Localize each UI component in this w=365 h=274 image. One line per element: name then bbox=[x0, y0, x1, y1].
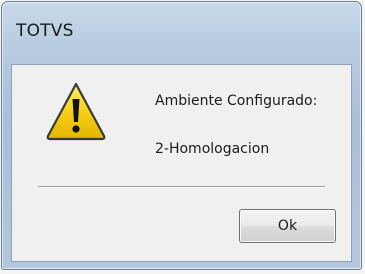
environment-value: 2-Homologacion bbox=[155, 141, 270, 157]
message-dialog: TOTVS Ambiente Configurado: 2-Homologaci… bbox=[1, 1, 362, 270]
warning-icon bbox=[46, 82, 106, 141]
ok-button[interactable]: Ok bbox=[239, 209, 336, 243]
message-label: Ambiente Configurado: bbox=[155, 93, 318, 109]
dialog-title: TOTVS bbox=[16, 21, 74, 41]
dialog-body: Ambiente Configurado: 2-Homologacion Ok bbox=[11, 64, 352, 262]
separator bbox=[38, 186, 325, 188]
